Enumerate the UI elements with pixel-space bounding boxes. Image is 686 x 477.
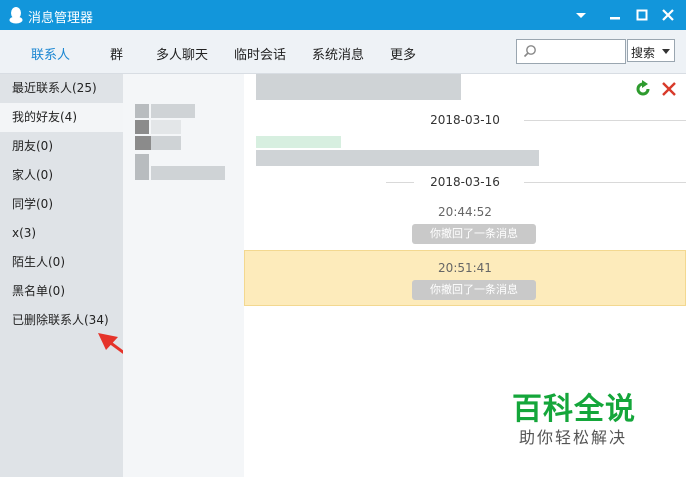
window-title: 消息管理器 (28, 11, 94, 26)
search-button[interactable]: 搜索 (627, 39, 675, 62)
search-input[interactable] (541, 42, 621, 59)
message-time: 20:51:41 (438, 261, 492, 275)
title-bar: 消息管理器 (0, 0, 686, 30)
search-button-label: 搜索 (631, 46, 656, 60)
refresh-icon[interactable] (634, 80, 652, 98)
tab-more[interactable]: 更多 (390, 44, 416, 63)
sidebar-item-recent[interactable]: 最近联系人(25) (0, 74, 123, 103)
qq-penguin-icon (9, 7, 23, 24)
search-icon (523, 45, 536, 58)
contact-name-blurred (151, 104, 195, 118)
search-box[interactable] (516, 39, 626, 64)
triangle-down-icon (576, 13, 586, 18)
date-separator: 2018-03-10 (244, 113, 686, 127)
watermark-logo: 百科全说 (512, 392, 636, 427)
date-separator: 2018-03-16 (244, 175, 686, 189)
chat-header-blurred (256, 74, 461, 100)
dropdown-menu-button[interactable] (571, 5, 591, 25)
contact-name-blurred (151, 166, 225, 180)
tab-multi-chat[interactable]: 多人聊天 (156, 44, 208, 63)
chevron-down-icon (662, 49, 670, 54)
sidebar-item-x[interactable]: x(3) (0, 219, 123, 248)
close-icon (662, 9, 674, 21)
contact-avatar-blurred (135, 104, 149, 118)
contact-group-sidebar: 最近联系人(25) 我的好友(4) 朋友(0) 家人(0) 同学(0) x(3)… (0, 74, 123, 477)
close-button[interactable] (658, 5, 678, 25)
sidebar-item-strangers[interactable]: 陌生人(0) (0, 248, 123, 277)
recalled-message-notice: 你撤回了一条消息 (412, 280, 536, 300)
contact-name-blurred (151, 136, 181, 150)
date-label: 2018-03-16 (430, 175, 500, 189)
sidebar-item-family[interactable]: 家人(0) (0, 161, 123, 190)
delete-icon[interactable] (660, 80, 678, 98)
tab-system-messages[interactable]: 系统消息 (312, 44, 364, 63)
message-text-blurred (256, 150, 539, 166)
tab-bar: 联系人 群 多人聊天 临时会话 系统消息 更多 搜索 (0, 30, 686, 74)
maximize-button[interactable] (632, 5, 652, 25)
contact-avatar-blurred (135, 120, 149, 134)
message-time: 20:44:52 (438, 205, 492, 219)
contact-list[interactable] (123, 74, 244, 477)
watermark-slogan: 助你轻松解决 (519, 428, 628, 447)
tab-contacts[interactable]: 联系人 (31, 44, 70, 63)
message-sender-blurred (256, 136, 341, 148)
sidebar-item-my-friends[interactable]: 我的好友(4) (0, 103, 123, 132)
sidebar-item-friends[interactable]: 朋友(0) (0, 132, 123, 161)
sidebar-item-blacklist[interactable]: 黑名单(0) (0, 277, 123, 306)
contact-avatar-blurred (135, 136, 151, 150)
recalled-message-notice: 你撤回了一条消息 (412, 224, 536, 244)
tab-groups[interactable]: 群 (110, 44, 123, 63)
tab-temp-session[interactable]: 临时会话 (234, 44, 286, 63)
contact-avatar-blurred (135, 154, 149, 180)
contact-name-blurred (151, 120, 181, 134)
minimize-icon (610, 17, 620, 20)
date-label: 2018-03-10 (430, 113, 500, 127)
sidebar-item-classmates[interactable]: 同学(0) (0, 190, 123, 219)
minimize-button[interactable] (605, 5, 625, 25)
maximize-icon (636, 9, 648, 21)
